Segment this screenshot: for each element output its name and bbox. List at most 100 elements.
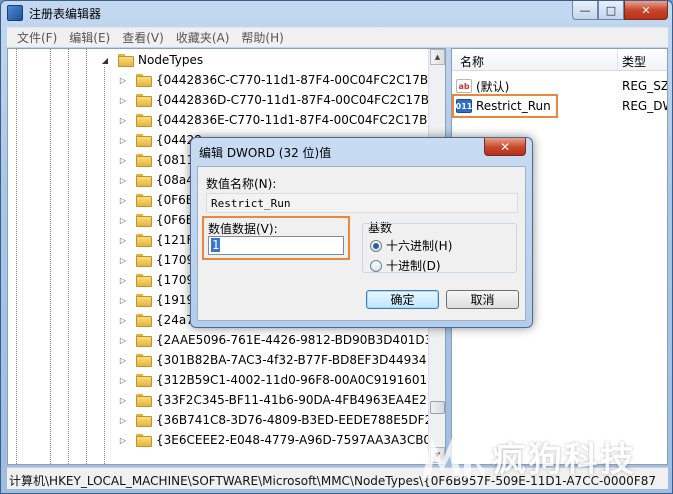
tree-item[interactable]: ▷ {2AAE5096-761E-4426-9812-BD90B3D401D3} — [118, 330, 440, 350]
tree-item[interactable]: ▷ {08a4e — [118, 170, 201, 190]
column-header-name[interactable]: 名称 — [460, 53, 484, 70]
radio-decimal[interactable]: 十进制(D) — [370, 257, 441, 274]
folder-icon — [136, 213, 152, 227]
string-value-icon: ab — [456, 79, 472, 93]
folder-icon — [136, 273, 152, 287]
expand-arrow-icon[interactable]: ▷ — [118, 315, 128, 325]
tree-item[interactable]: ▷ {33F2C345-BF11-41b6-90DA-4FB4963EA4E2} — [118, 390, 434, 410]
value-type: REG_DWORD — [622, 99, 667, 113]
tree-item[interactable]: ▷ {0442836C-C770-11d1-87F4-00C04FC2C17B} — [118, 70, 436, 90]
folder-icon — [136, 373, 152, 387]
dialog-title: 编辑 DWORD (32 位)值 — [199, 146, 332, 160]
folder-icon — [136, 253, 152, 267]
expand-arrow-icon[interactable]: ▷ — [118, 255, 128, 265]
value-type: REG_SZ — [622, 79, 668, 93]
list-header: 名称 类型 — [452, 49, 667, 71]
tree-item-label: {33F2C345-BF11-41b6-90DA-4FB4963EA4E2} — [156, 393, 435, 407]
expand-arrow-icon[interactable]: ▷ — [118, 235, 128, 245]
folder-icon — [136, 153, 152, 167]
expand-arrow-icon[interactable]: ▷ — [118, 275, 128, 285]
radio-checked-icon[interactable] — [370, 239, 382, 252]
tree-item-label: {301B82BA-7AC3-4f32-B77F-BD8EF3D44934} — [156, 353, 435, 367]
expand-arrow-icon[interactable]: ▷ — [118, 155, 128, 165]
folder-icon — [136, 93, 152, 107]
expand-arrow-icon[interactable]: ▷ — [118, 295, 128, 305]
folder-icon — [136, 293, 152, 307]
expand-arrow-icon[interactable]: ▷ — [118, 95, 128, 105]
tree-item[interactable]: ▷ {24a7f — [118, 310, 198, 330]
expand-arrow-icon[interactable]: ▷ — [118, 395, 128, 405]
expand-arrow-icon[interactable]: ▷ — [118, 435, 128, 445]
registry-app-icon — [7, 5, 23, 21]
menu-favorites[interactable]: 收藏夹(A) — [170, 29, 236, 46]
folder-icon — [136, 333, 152, 347]
tree-item[interactable]: ▷ {3E6CEEE2-E048-4779-A96D-7597AA3A3CB0} — [118, 430, 439, 450]
folder-open-icon — [118, 53, 134, 67]
tree-item[interactable]: ▷ {121F0 — [118, 230, 201, 250]
highlight-box — [452, 94, 558, 118]
value-name: (默认) — [476, 79, 510, 94]
expand-arrow-icon[interactable]: ▷ — [118, 215, 128, 225]
tree-item[interactable]: ▷ {301B82BA-7AC3-4f32-B77F-BD8EF3D44934} — [118, 350, 434, 370]
collapse-arrow-icon[interactable]: ◢ — [100, 55, 110, 65]
tree-item[interactable]: ▷ {36B741C8-3D76-4809-B3ED-EEDE788E5DF2} — [118, 410, 440, 430]
close-button[interactable]: ✕ — [624, 1, 668, 20]
tree-item-label: {3E6CEEE2-E048-4779-A96D-7597AA3A3CB0} — [156, 433, 439, 447]
folder-icon — [136, 353, 152, 367]
expand-arrow-icon[interactable]: ▷ — [118, 115, 128, 125]
folder-icon — [136, 393, 152, 407]
expand-arrow-icon[interactable]: ▷ — [118, 355, 128, 365]
tree-item-label: {0442836D-C770-11d1-87F4-00C04FC2C17B} — [156, 93, 437, 107]
tree-item-label: {36B741C8-3D76-4809-B3ED-EEDE788E5DF2} — [156, 413, 440, 427]
expand-arrow-icon[interactable]: ▷ — [118, 75, 128, 85]
expand-arrow-icon[interactable]: ▷ — [118, 415, 128, 425]
tree-item-label: {312B59C1-4002-11d0-96F8-00A0C9191601} — [156, 373, 435, 387]
tree-item-label: {0442836C-C770-11d1-87F4-00C04FC2C17B} — [156, 73, 436, 87]
radio-label: 十六进制(H) — [386, 239, 453, 253]
folder-icon — [136, 173, 152, 187]
value-row-default[interactable]: ab (默认) — [456, 76, 509, 96]
expand-arrow-icon[interactable]: ▷ — [118, 195, 128, 205]
edit-dword-dialog: 编辑 DWORD (32 位)值 ✕ 数值名称(N): Restrict_Run… — [190, 137, 533, 328]
menu-file[interactable]: 文件(F) — [11, 29, 63, 46]
folder-icon — [136, 73, 152, 87]
title-bar: 注册表编辑器 — □ ✕ — [1, 1, 672, 25]
watermark: 疯狗科技 — [420, 428, 673, 484]
ok-button[interactable]: 确定 — [366, 290, 439, 309]
tree-item[interactable]: ▷ {0442836E-C770-11d1-87F4-00C04FC2C17B} — [118, 110, 435, 130]
radio-unchecked-icon[interactable] — [370, 259, 382, 272]
radio-label: 十进制(D) — [386, 259, 441, 273]
menu-view[interactable]: 查看(V) — [116, 29, 170, 46]
watermark-text: 疯狗科技 — [492, 439, 636, 480]
value-name-field: Restrict_Run — [206, 193, 518, 213]
tree-item-label: {0442836E-C770-11d1-87F4-00C04FC2C17B} — [156, 113, 435, 127]
tree-item[interactable]: ▷ {0442836D-C770-11d1-87F4-00C04FC2C17B} — [118, 90, 437, 110]
radio-hexadecimal[interactable]: 十六进制(H) — [370, 237, 452, 254]
folder-icon — [136, 433, 152, 447]
folder-icon — [136, 413, 152, 427]
expand-arrow-icon[interactable]: ▷ — [118, 335, 128, 345]
tree-item-nodetypes[interactable]: ◢ NodeTypes — [100, 50, 203, 70]
cancel-button[interactable]: 取消 — [446, 290, 519, 309]
tree-item[interactable]: ▷ {312B59C1-4002-11d0-96F8-00A0C9191601} — [118, 370, 435, 390]
folder-icon — [136, 133, 152, 147]
column-header-type[interactable]: 类型 — [622, 53, 646, 70]
expand-arrow-icon[interactable]: ▷ — [118, 175, 128, 185]
scrollbar-thumb[interactable] — [430, 401, 445, 414]
tree-item-label: {2AAE5096-761E-4426-9812-BD90B3D401D3} — [156, 333, 440, 347]
folder-icon — [136, 313, 152, 327]
value-name-label: 数值名称(N): — [206, 177, 277, 191]
menu-edit[interactable]: 编辑(E) — [63, 29, 116, 46]
folder-icon — [136, 193, 152, 207]
highlight-box — [202, 216, 350, 260]
dialog-close-button[interactable]: ✕ — [484, 138, 526, 156]
window-title: 注册表编辑器 — [29, 7, 102, 21]
menu-help[interactable]: 帮助(H) — [235, 29, 289, 46]
minimize-button[interactable]: — — [572, 1, 598, 20]
folder-icon — [136, 233, 152, 247]
maximize-button[interactable]: □ — [598, 1, 624, 20]
expand-arrow-icon[interactable]: ▷ — [118, 375, 128, 385]
watermark-logo-icon — [420, 432, 486, 480]
scroll-up-icon[interactable]: ▲ — [430, 49, 445, 65]
expand-arrow-icon[interactable]: ▷ — [118, 135, 128, 145]
